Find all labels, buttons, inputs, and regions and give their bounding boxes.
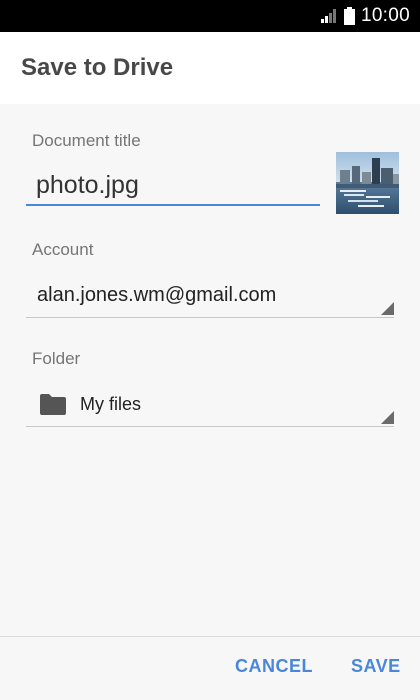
document-title-input[interactable]: [26, 166, 320, 206]
photo-thumbnail: [336, 152, 399, 214]
save-to-drive-screen: 10:00 Save to Drive Document title photo…: [0, 0, 420, 700]
cancel-button[interactable]: CANCEL: [235, 656, 313, 677]
folder-value: My files: [80, 394, 142, 414]
status-time: 10:00: [360, 5, 410, 26]
account-value: alan.jones.wm@gmail.com: [37, 284, 277, 306]
dropdown-arrow-icon: [381, 411, 394, 424]
account-dropdown[interactable]: alan.jones.wm@gmail.com: [26, 274, 394, 318]
signal-icon: [320, 8, 338, 24]
save-button[interactable]: SAVE: [351, 656, 401, 677]
dropdown-arrow-icon: [381, 302, 394, 315]
footer-divider: [0, 636, 420, 637]
document-title-label: Document title: [32, 131, 141, 150]
account-label: Account: [32, 240, 94, 259]
folder-label: Folder: [32, 349, 81, 368]
folder-icon: [40, 394, 66, 415]
page-title: Save to Drive: [21, 54, 174, 81]
battery-icon: [343, 7, 355, 25]
header: Save to Drive: [0, 32, 420, 104]
status-bar: 10:00: [0, 0, 420, 32]
folder-dropdown[interactable]: My files: [26, 383, 394, 427]
